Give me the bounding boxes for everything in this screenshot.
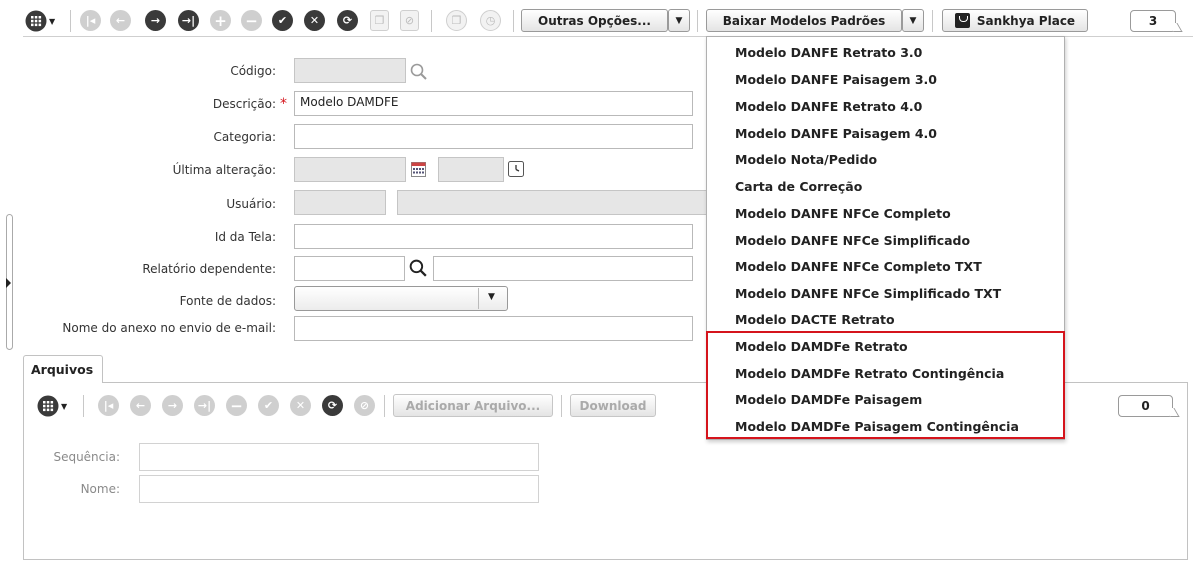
usuario-code-field[interactable]: [294, 190, 386, 215]
grid-menu-icon[interactable]: ▼: [25, 10, 59, 32]
arquivos-attach-icon[interactable]: ⊘: [354, 395, 375, 416]
usuario-name-field[interactable]: [397, 190, 707, 215]
arquivos-next-icon[interactable]: →: [162, 395, 183, 416]
menu-item-nfce-simplificado-txt[interactable]: Modelo DANFE NFCe Simplificado TXT: [735, 286, 1001, 301]
codigo-label: Código:: [230, 64, 276, 78]
arquivos-cancel-icon[interactable]: ✕: [290, 395, 311, 416]
descricao-label: Descrição:: [212, 97, 276, 111]
remove-icon[interactable]: −: [241, 10, 262, 31]
id-tela-label: Id da Tela:: [214, 230, 276, 244]
menu-item-damdfe-retrato[interactable]: Modelo DAMDFe Retrato: [735, 339, 908, 354]
descricao-field[interactable]: Modelo DAMDFE: [294, 91, 693, 116]
arquivos-tab-label: Arquivos: [31, 362, 94, 377]
sankhya-place-button[interactable]: Sankhya Place: [942, 9, 1088, 32]
menu-item-danfe-retrato-3[interactable]: Modelo DANFE Retrato 3.0: [735, 45, 922, 60]
adicionar-arquivo-button[interactable]: Adicionar Arquivo...: [393, 394, 553, 417]
menu-item-damdfe-retrato-contingencia[interactable]: Modelo DAMDFe Retrato Contingência: [735, 366, 1004, 381]
attach-icon[interactable]: ⊘: [400, 10, 419, 31]
relatorio-label: Relatório dependente:: [142, 262, 276, 276]
fonte-select-divider: [478, 288, 479, 309]
first-record-icon[interactable]: |◂: [80, 10, 101, 31]
required-marker: *: [280, 96, 287, 112]
menu-item-dacte-retrato[interactable]: Modelo DACTE Retrato: [735, 312, 895, 327]
arquivos-refresh-icon[interactable]: ⟳: [322, 395, 343, 416]
arquivos-previous-icon[interactable]: ←: [130, 395, 151, 416]
expand-arrow-icon[interactable]: [6, 278, 11, 288]
nome-field[interactable]: [139, 475, 539, 503]
usuario-label: Usuário:: [226, 197, 276, 211]
next-record-icon[interactable]: →: [145, 10, 166, 31]
nome-label: Nome:: [80, 482, 120, 496]
menu-item-danfe-paisagem-3[interactable]: Modelo DANFE Paisagem 3.0: [735, 72, 937, 87]
sankhya-place-label: Sankhya Place: [976, 13, 1076, 28]
menu-item-nfce-completo-txt[interactable]: Modelo DANFE NFCe Completo TXT: [735, 259, 982, 274]
codigo-search-icon[interactable]: [409, 62, 429, 85]
menu-item-danfe-retrato-4[interactable]: Modelo DANFE Retrato 4.0: [735, 99, 922, 114]
record-count-badge: 3: [1130, 10, 1176, 32]
arquivos-last-icon[interactable]: →|: [194, 395, 215, 416]
menu-item-damdfe-paisagem[interactable]: Modelo DAMDFe Paisagem: [735, 392, 922, 407]
last-record-icon[interactable]: →|: [178, 10, 199, 31]
baixar-modelos-dropdown: Modelo DANFE Retrato 3.0 Modelo DANFE Pa…: [706, 36, 1065, 440]
relatorio-name-field[interactable]: [433, 256, 693, 281]
outras-opcoes-arrow-button[interactable]: ▼: [668, 9, 690, 32]
arquivos-count-badge: 0: [1118, 395, 1173, 417]
relatorio-search-icon[interactable]: [408, 258, 429, 282]
arquivos-grid-menu-icon[interactable]: ▼: [37, 395, 71, 417]
time-clock-icon[interactable]: [508, 161, 524, 180]
menu-item-carta-correcao[interactable]: Carta de Correção: [735, 179, 862, 194]
categoria-field[interactable]: [294, 124, 693, 149]
bag-icon: [954, 13, 970, 28]
menu-item-damdfe-paisagem-contingencia[interactable]: Modelo DAMDFe Paisagem Contingência: [735, 419, 1019, 434]
menu-item-nfce-completo[interactable]: Modelo DANFE NFCe Completo: [735, 206, 951, 221]
baixar-modelos-button[interactable]: Baixar Modelos Padrões: [706, 9, 902, 32]
outras-opcoes-button[interactable]: Outras Opções...: [521, 9, 668, 32]
chevron-down-icon[interactable]: ▼: [488, 292, 495, 302]
baixar-modelos-arrow-button[interactable]: ▼: [902, 9, 924, 32]
refresh-icon[interactable]: ⟳: [337, 10, 358, 31]
ultima-alteracao-label: Última alteração:: [172, 163, 276, 177]
codigo-field[interactable]: [294, 58, 406, 83]
anexo-field[interactable]: [294, 316, 693, 341]
arquivos-save-check-icon[interactable]: ✔: [258, 395, 279, 416]
sequencia-label: Sequência:: [53, 450, 120, 464]
duplicate-icon[interactable]: ❐: [370, 10, 389, 31]
id-tela-field[interactable]: [294, 224, 693, 249]
arquivos-first-icon[interactable]: |◂: [98, 395, 119, 416]
sequencia-field[interactable]: [139, 443, 539, 471]
anexo-label: Nome do anexo no envio de e-mail:: [62, 321, 276, 335]
menu-item-nota-pedido[interactable]: Modelo Nota/Pedido: [735, 152, 877, 167]
fonte-select[interactable]: [294, 286, 508, 311]
cancel-icon[interactable]: ✕: [304, 10, 325, 31]
add-icon[interactable]: +: [210, 10, 231, 31]
menu-item-nfce-simplificado[interactable]: Modelo DANFE NFCe Simplificado: [735, 233, 970, 248]
categoria-label: Categoria:: [213, 130, 276, 144]
copy-icon[interactable]: ❐: [446, 10, 467, 31]
clock-icon[interactable]: ◷: [480, 10, 501, 31]
relatorio-code-field[interactable]: [294, 256, 405, 281]
calendar-icon[interactable]: [411, 162, 426, 180]
fonte-label: Fonte de dados:: [179, 294, 276, 308]
menu-item-danfe-paisagem-4[interactable]: Modelo DANFE Paisagem 4.0: [735, 126, 937, 141]
ultima-alteracao-date-field[interactable]: [294, 157, 406, 182]
arquivos-remove-icon[interactable]: −: [226, 395, 247, 416]
previous-record-icon[interactable]: ←: [110, 10, 131, 31]
save-check-icon[interactable]: ✔: [272, 10, 293, 31]
arquivos-tab[interactable]: Arquivos: [23, 355, 103, 383]
ultima-alteracao-time-field[interactable]: [438, 157, 504, 182]
download-button[interactable]: Download: [570, 394, 656, 417]
